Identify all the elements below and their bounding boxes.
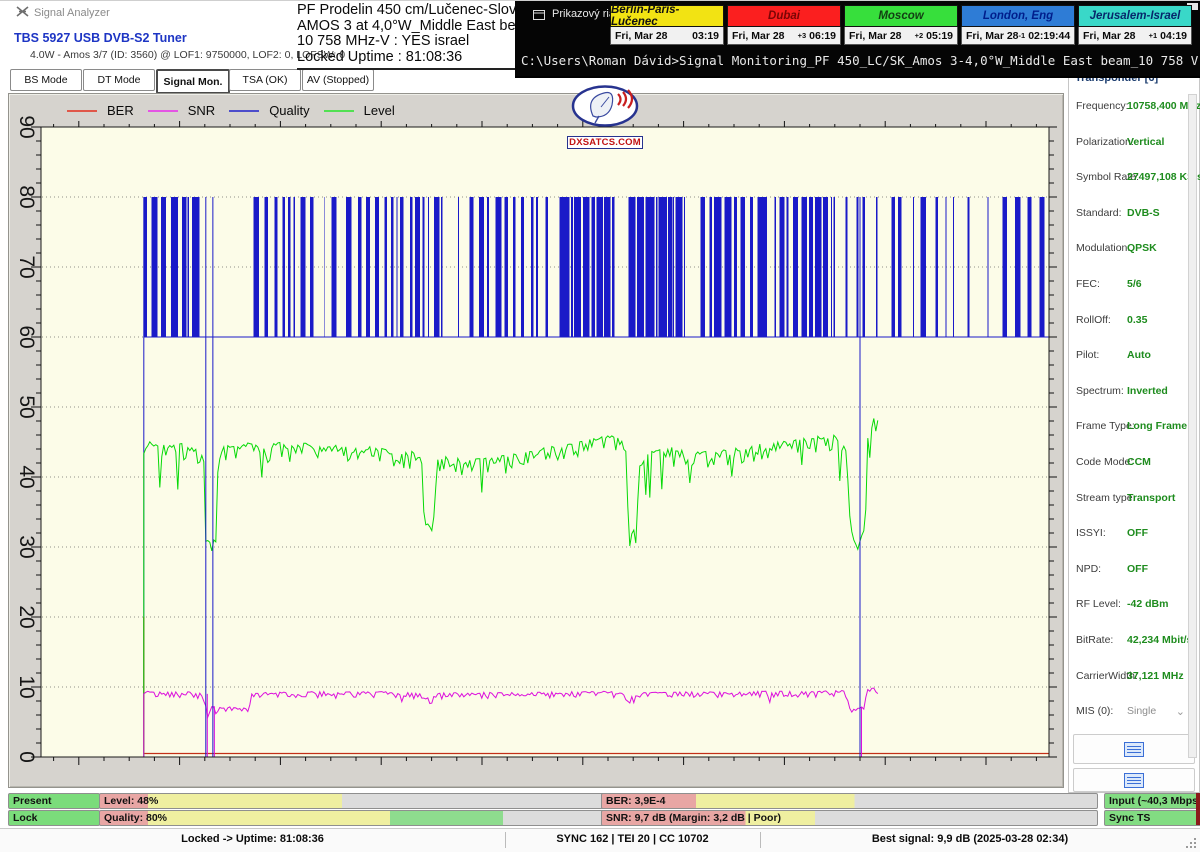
transponder-row: Frame Type:Long Frame xyxy=(1069,420,1199,440)
caption-line-1: PF Prodelin 450 cm/Lučenec-Slovakia xyxy=(297,3,516,19)
sidebar-scrollbar[interactable] xyxy=(1188,94,1197,758)
transponder-row: Standard:DVB-S xyxy=(1069,207,1199,227)
resize-grip[interactable] xyxy=(1186,838,1198,850)
caption-line-3: 10 758 MHz-V : YES israel xyxy=(297,34,516,50)
tab-dt-mode[interactable]: DT Mode xyxy=(83,69,155,91)
sync-ts-bar: Sync TS xyxy=(1104,810,1200,826)
mis-row: MIS (0): Single ⌄ xyxy=(1069,705,1199,725)
world-clocks: Berlin-Paris-Lučenec Fri, Mar 2803:19 Du… xyxy=(610,5,1192,45)
statusbar-best-signal: Best signal: 9,9 dB (2025-03-28 02:34) xyxy=(760,833,1180,845)
lock-indicator: Lock xyxy=(8,810,100,826)
app-icon xyxy=(16,6,29,17)
clock-moscow: Moscow Fri, Mar 28+205:19 xyxy=(844,5,958,45)
transponder-list-button[interactable] xyxy=(1073,734,1195,764)
transponder-row: Polarization:Vertical xyxy=(1069,136,1199,156)
console-window-icon xyxy=(533,10,545,20)
transponder-list-button-2[interactable] xyxy=(1073,768,1195,792)
tab-signal-mon[interactable]: Signal Mon. xyxy=(156,69,230,94)
transponder-row: BitRate:42,234 Mbit/s xyxy=(1069,634,1199,654)
statusbar-sync-counts: SYNC 162 | TEI 20 | CC 10702 xyxy=(505,833,760,845)
snr-bar: SNR: 9,7 dB (Margin: 3,2 dB | Poor) xyxy=(601,810,1098,826)
transponder-row: NPD:OFF xyxy=(1069,563,1199,583)
transponder-row: Spectrum:Inverted xyxy=(1069,385,1199,405)
caption-line-4: Locked Uptime : 81:08:36 xyxy=(297,50,516,66)
statusbar-uptime: Locked -> Uptime: 81:08:36 xyxy=(0,833,505,845)
chevron-down-icon[interactable]: ⌄ xyxy=(1176,705,1185,718)
clock-jerusalem: Jerusalem-Israel Fri, Mar 28+104:19 xyxy=(1078,5,1192,45)
quality-bar: Quality: 80% xyxy=(99,810,605,826)
clock-dubai: Dubai Fri, Mar 28+306:19 xyxy=(727,5,841,45)
tuner-name: TBS 5927 USB DVB-S2 Tuner xyxy=(14,31,187,45)
list-icon xyxy=(1124,742,1144,757)
logo-text: DXSATCS.COM xyxy=(567,136,643,149)
statusbar: Locked -> Uptime: 81:08:36 SYNC 162 | TE… xyxy=(0,828,1200,852)
caption-line-2: AMOS 3 at 4,0°W_Middle East beam xyxy=(297,19,516,35)
transponder-row: Modulation:QPSK xyxy=(1069,242,1199,262)
transponder-row: CarrierWidth:37,121 MHz xyxy=(1069,670,1199,690)
input-bar: Input (~40,3 Mbps) xyxy=(1104,793,1200,809)
tab-tsa[interactable]: TSA (OK) xyxy=(229,69,301,91)
transponder-row: Symbol Rate:27497,108 KS/s xyxy=(1069,171,1199,191)
tab-av[interactable]: AV (Stopped) xyxy=(302,69,374,91)
present-indicator: Present xyxy=(8,793,100,809)
transponder-row: RollOff:0.35 xyxy=(1069,314,1199,334)
caption-overlay: PF Prodelin 450 cm/Lučenec-Slovakia AMOS… xyxy=(297,3,516,70)
tab-bs-mode[interactable]: BS Mode xyxy=(10,69,82,91)
transponder-row: Frequency:10758,400 MHz xyxy=(1069,100,1199,120)
transponder-row: Code Mode:CCM xyxy=(1069,456,1199,476)
mis-dropdown[interactable]: Single xyxy=(1127,705,1156,717)
level-bar: Level: 48% xyxy=(99,793,605,809)
clock-berlin: Berlin-Paris-Lučenec Fri, Mar 2803:19 xyxy=(610,5,724,45)
ber-bar: BER: 3,9E-4 xyxy=(601,793,1098,809)
transponder-row: Pilot:Auto xyxy=(1069,349,1199,369)
transponder-row: ISSYI:OFF xyxy=(1069,527,1199,547)
transponder-row: FEC:5/6 xyxy=(1069,278,1199,298)
console-window[interactable]: Prikazový riadok Berlin-Paris-Lučenec Fr… xyxy=(515,1,1200,78)
console-command-line[interactable]: C:\Users\Roman Dávid>Signal Monitoring_P… xyxy=(521,53,1200,68)
transponder-row: Stream type:Transport xyxy=(1069,492,1199,512)
satellite-dish-icon xyxy=(571,85,639,127)
transponder-row: RF Level:-42 dBm xyxy=(1069,598,1199,618)
list-icon xyxy=(1124,773,1144,788)
dxsatcs-logo: DXSATCS.COM xyxy=(566,85,644,150)
clock-london: London, Eng Fri, Mar 28-102:19:44 xyxy=(961,5,1075,45)
edge-marker xyxy=(1196,793,1200,825)
window-title: Signal Analyzer xyxy=(16,6,110,19)
signal-chart-panel: BER SNR Quality Level 90 80 70 60 50 40 … xyxy=(8,93,1064,788)
transponder-panel: Transponder [6] Frequency:10758,400 MHzP… xyxy=(1068,67,1200,793)
signal-plot xyxy=(9,94,1061,785)
